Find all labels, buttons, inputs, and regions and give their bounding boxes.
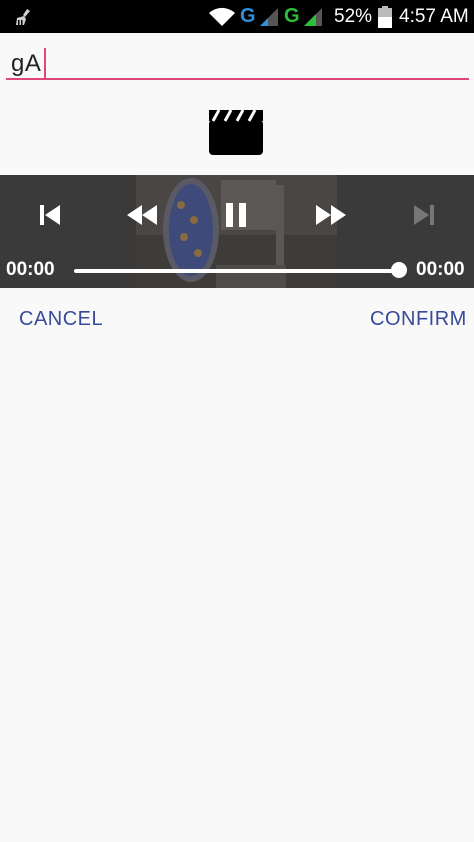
pause-icon[interactable]	[222, 201, 250, 229]
title-input-value: gA	[11, 50, 42, 77]
seek-thumb[interactable]	[391, 262, 407, 278]
cancel-button[interactable]: CANCEL	[19, 308, 103, 331]
fast-forward-icon[interactable]	[313, 203, 349, 227]
skip-previous-icon[interactable]	[36, 203, 64, 227]
battery-icon	[378, 0, 392, 33]
movie-clapperboard-icon	[209, 109, 265, 156]
seek-bar[interactable]	[74, 269, 400, 273]
network-type-2: G	[284, 5, 300, 27]
signal-strength-2-icon	[302, 0, 324, 33]
network-type-1: G	[240, 5, 256, 27]
confirm-button[interactable]: CONFIRM	[370, 308, 467, 331]
signal-strength-1-icon	[258, 0, 280, 33]
cleaner-broom-icon	[14, 0, 34, 33]
current-time: 00:00	[6, 259, 55, 280]
wifi-icon	[208, 0, 236, 33]
duration-time: 00:00	[416, 259, 465, 280]
status-bar: G G 52% 4:57 AM	[0, 0, 474, 33]
title-input-underline	[6, 78, 469, 80]
title-input[interactable]: gA	[6, 40, 469, 82]
media-player[interactable]: 00:00 00:00	[0, 175, 474, 288]
skip-next-icon	[410, 203, 438, 227]
text-cursor	[44, 48, 46, 78]
battery-percent: 52%	[334, 5, 373, 27]
rewind-icon[interactable]	[124, 203, 160, 227]
clock: 4:57 AM	[399, 5, 469, 27]
